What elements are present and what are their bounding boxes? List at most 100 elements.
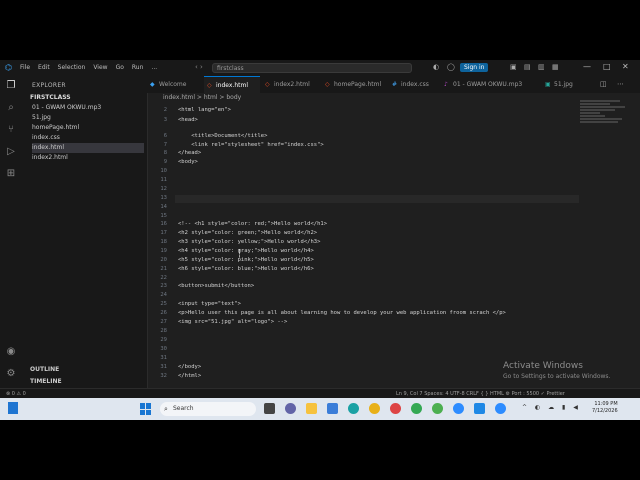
menu-file[interactable]: File: [20, 64, 30, 71]
close-icon[interactable]: ✕: [622, 62, 629, 71]
chrome-profile2-icon[interactable]: [432, 403, 443, 414]
zoom2-icon[interactable]: [495, 403, 506, 414]
zoom-icon[interactable]: [453, 403, 464, 414]
code-line[interactable]: <h6 style="color: blue;">Hello world</h6…: [178, 266, 314, 272]
title-bar: ⌬ File Edit Selection View Go Run ... ‹ …: [0, 60, 640, 76]
file-explorer-icon[interactable]: [306, 403, 317, 414]
explorer-header: EXPLORER: [32, 82, 66, 89]
file-item[interactable]: homePage.html: [32, 123, 144, 133]
code-line[interactable]: <!-- <h1 style="color: red;">Hello world…: [178, 221, 327, 227]
code-line[interactable]: <input type="text">: [178, 301, 241, 307]
app-icon[interactable]: [390, 403, 401, 414]
code-line[interactable]: <h5 style="color: pink;">Hello world</h5…: [178, 257, 314, 263]
widgets-icon[interactable]: [8, 402, 18, 414]
back-forward-icon[interactable]: ‹ ›: [195, 63, 203, 71]
line-number: 6: [163, 133, 167, 139]
copilot-icon[interactable]: ◐: [433, 63, 439, 71]
breadcrumb[interactable]: index.html > html > body: [163, 94, 241, 101]
account-icon[interactable]: ◯: [447, 63, 455, 71]
status-right-items[interactable]: Ln 9, Col 7 Spaces: 4 UTF-8 CRLF { } HTM…: [396, 391, 565, 397]
code-line[interactable]: <p>Hello user this page is all about lea…: [178, 310, 506, 316]
welcome-icon: ◆: [150, 81, 155, 88]
code-line[interactable]: <h3 style="color: yellow;">Hello world</…: [178, 239, 320, 245]
tab-label: index2.html: [274, 81, 310, 88]
layout-icon[interactable]: ▣: [510, 63, 517, 71]
current-line-highlight: [175, 195, 579, 203]
timeline-section[interactable]: TIMELINE: [30, 378, 62, 385]
vscode-logo-icon: ⌬: [5, 63, 12, 72]
code-line[interactable]: <head>: [178, 117, 198, 123]
code-line[interactable]: <title>Document</title>: [178, 133, 267, 139]
settings-gear-icon[interactable]: ⚙: [5, 368, 17, 380]
line-number: 22: [160, 275, 167, 281]
menu-selection[interactable]: Selection: [58, 64, 86, 71]
magnifier-icon: ⌕: [164, 405, 168, 413]
minimap[interactable]: [580, 100, 632, 140]
layout2-icon[interactable]: ▤: [524, 63, 531, 71]
code-line[interactable]: </head>: [178, 150, 201, 156]
more-actions-icon[interactable]: ⋯: [617, 80, 624, 88]
maximize-icon[interactable]: □: [603, 62, 611, 71]
menu-view[interactable]: View: [93, 64, 107, 71]
file-label: index.html: [32, 144, 64, 151]
code-line[interactable]: <html lang="en">: [178, 107, 231, 113]
explorer-icon[interactable]: ❐: [5, 80, 17, 92]
file-item[interactable]: index.css: [32, 133, 144, 143]
line-number: 32: [160, 373, 167, 379]
run-debug-icon[interactable]: ▷: [5, 146, 17, 158]
line-number: 12: [160, 186, 167, 192]
code-editor[interactable]: 2 <html lang="en"> 3 <head> 6 <title>Documen…: [147, 104, 579, 393]
vscode-icon[interactable]: [474, 403, 485, 414]
menu-more[interactable]: ...: [151, 64, 157, 71]
tab-mp3[interactable]: ♪ 01 - GWAM OKWU.mp3: [441, 76, 547, 93]
code-line[interactable]: <h4 style="color: gray;">Hello world</h4…: [178, 248, 314, 254]
split-editor-icon[interactable]: ◫: [600, 80, 607, 88]
menu-go[interactable]: Go: [116, 64, 124, 71]
chat-icon[interactable]: [285, 403, 296, 414]
activate-windows-title: Activate Windows: [503, 361, 583, 371]
taskbar-search[interactable]: ⌕ Search: [160, 402, 256, 416]
line-number: 14: [160, 204, 167, 210]
code-line[interactable]: <body>: [178, 159, 198, 165]
accounts-icon[interactable]: ◉: [5, 346, 17, 358]
command-center-search[interactable]: firstclass: [212, 63, 412, 73]
windows-start-icon[interactable]: [140, 403, 152, 415]
file-item[interactable]: index2.html: [32, 153, 144, 163]
file-item-active[interactable]: index.html: [32, 143, 144, 153]
menu-edit[interactable]: Edit: [38, 64, 50, 71]
line-number: 9: [163, 159, 167, 165]
menu-run[interactable]: Run: [132, 64, 144, 71]
file-item[interactable]: 51.jpg: [32, 113, 144, 123]
code-line[interactable]: <img src="51.jpg" alt="logo"> -->: [178, 319, 287, 325]
tab-homepage-html[interactable]: ◇ homePage.html: [322, 76, 399, 93]
store-icon[interactable]: [327, 403, 338, 414]
outline-section[interactable]: OUTLINE: [30, 366, 59, 373]
minimize-icon[interactable]: —: [583, 62, 591, 71]
task-view-icon[interactable]: [264, 403, 275, 414]
edge-icon[interactable]: [348, 403, 359, 414]
line-number: 17: [160, 230, 167, 236]
layout4-icon[interactable]: ▦: [552, 63, 559, 71]
chrome-icon[interactable]: [369, 403, 380, 414]
clock[interactable]: 11:09 PM 7/12/2026: [592, 401, 618, 415]
chrome-profile-icon[interactable]: [411, 403, 422, 414]
code-line[interactable]: <button>submit</button>: [178, 283, 254, 289]
tab-51-jpg[interactable]: ▣ 51.jpg: [542, 76, 599, 93]
tab-index-html[interactable]: ◇ index.html: [204, 76, 260, 93]
sign-in-button[interactable]: Sign in: [460, 63, 489, 72]
code-line[interactable]: <h2 style="color: green;">Hello world</h…: [178, 230, 317, 236]
source-control-icon[interactable]: ⑂: [5, 124, 17, 136]
search-icon[interactable]: ⌕: [5, 102, 17, 114]
extensions-icon[interactable]: ⊞: [5, 168, 17, 180]
problems-indicator[interactable]: ⊗ 0 ⚠ 0: [6, 391, 26, 397]
code-line[interactable]: </html>: [178, 373, 201, 379]
file-label: 01 - GWAM OKWU.mp3: [32, 104, 102, 111]
file-item[interactable]: 01 - GWAM OKWU.mp3: [32, 103, 144, 113]
line-number: 25: [160, 301, 167, 307]
code-line[interactable]: <link rel="stylesheet" href="index.css">: [178, 142, 323, 148]
layout3-icon[interactable]: ▥: [538, 63, 545, 71]
code-line[interactable]: </body>: [178, 364, 201, 370]
windows-taskbar: ⌕ Search ^ ◐ ☁ ▮ ◀ 11:09 PM 7/12/2026: [0, 398, 640, 420]
system-tray-icons[interactable]: ^ ◐ ☁ ▮ ◀: [522, 404, 581, 411]
folder-firstclass[interactable]: FIRSTCLASS: [30, 94, 71, 101]
